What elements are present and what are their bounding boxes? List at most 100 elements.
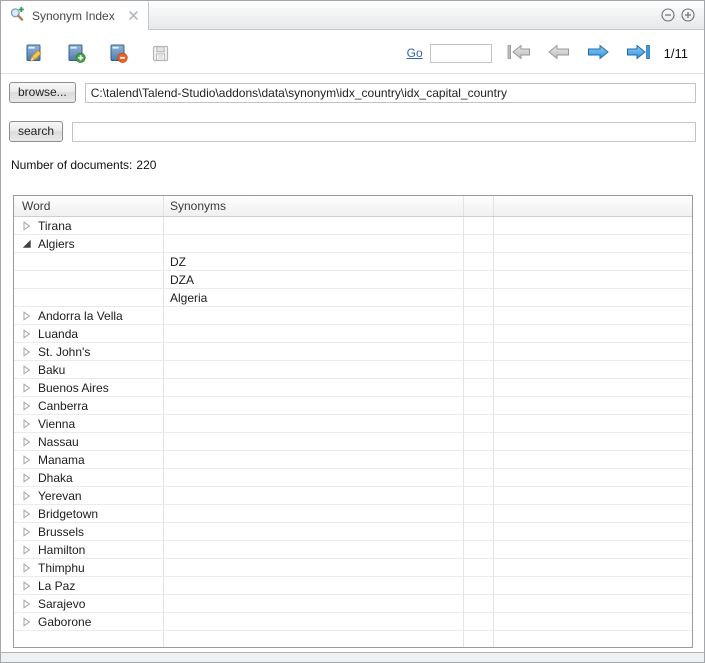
word-cell[interactable]: Sarajevo bbox=[14, 595, 164, 612]
word-cell[interactable]: St. John's bbox=[14, 343, 164, 360]
table-row[interactable]: Luanda bbox=[14, 325, 692, 343]
index-path-input[interactable] bbox=[85, 83, 696, 103]
word-cell[interactable]: Vienna bbox=[14, 415, 164, 432]
table-row[interactable]: La Paz bbox=[14, 577, 692, 595]
table-row[interactable] bbox=[14, 631, 692, 647]
table-row[interactable]: Yerevan bbox=[14, 487, 692, 505]
word-cell[interactable]: Nassau bbox=[14, 433, 164, 450]
expand-toggle-icon[interactable] bbox=[22, 581, 32, 591]
expand-toggle-icon[interactable] bbox=[22, 545, 32, 555]
word-label: Buenos Aires bbox=[38, 381, 109, 395]
table-row[interactable]: Nassau bbox=[14, 433, 692, 451]
next-page-icon[interactable] bbox=[587, 44, 609, 63]
expand-toggle-icon[interactable] bbox=[22, 383, 32, 393]
minimize-view-icon[interactable] bbox=[661, 8, 675, 22]
search-input[interactable] bbox=[72, 122, 696, 142]
column-header-4[interactable] bbox=[494, 196, 692, 216]
word-cell[interactable]: Dhaka bbox=[14, 469, 164, 486]
word-cell[interactable]: La Paz bbox=[14, 577, 164, 594]
remove-document-icon[interactable] bbox=[108, 43, 129, 64]
table-row[interactable]: St. John's bbox=[14, 343, 692, 361]
expand-toggle-icon[interactable] bbox=[22, 419, 32, 429]
extra-cell bbox=[464, 451, 494, 468]
expand-toggle-icon[interactable] bbox=[22, 437, 32, 447]
first-page-icon[interactable] bbox=[507, 44, 531, 63]
expand-toggle-icon[interactable] bbox=[22, 365, 32, 375]
maximize-view-icon[interactable] bbox=[681, 8, 695, 22]
table-row[interactable]: Algeria bbox=[14, 289, 692, 307]
go-page-input[interactable] bbox=[430, 44, 492, 63]
expand-toggle-icon[interactable] bbox=[22, 563, 32, 573]
edit-index-icon[interactable] bbox=[24, 43, 45, 64]
word-cell[interactable]: Bridgetown bbox=[14, 505, 164, 522]
table-row[interactable]: Gaborone bbox=[14, 613, 692, 631]
table-row[interactable]: Vienna bbox=[14, 415, 692, 433]
synonym-cell[interactable]: Algeria bbox=[164, 289, 464, 306]
word-cell[interactable]: Yerevan bbox=[14, 487, 164, 504]
table-row[interactable]: Tirana bbox=[14, 217, 692, 235]
column-header-word[interactable]: Word bbox=[14, 196, 164, 216]
column-header-synonyms[interactable]: Synonyms bbox=[164, 196, 464, 216]
word-cell[interactable]: Canberra bbox=[14, 397, 164, 414]
word-cell[interactable]: Manama bbox=[14, 451, 164, 468]
word-cell[interactable]: Brussels bbox=[14, 523, 164, 540]
word-cell[interactable]: Luanda bbox=[14, 325, 164, 342]
expand-toggle-icon[interactable] bbox=[22, 329, 32, 339]
synonym-cell bbox=[164, 559, 464, 576]
expand-toggle-icon[interactable] bbox=[22, 401, 32, 411]
expand-toggle-icon[interactable] bbox=[22, 221, 32, 231]
browse-button[interactable]: browse... bbox=[9, 82, 76, 103]
documents-count-label: Number of documents: bbox=[11, 158, 132, 172]
word-cell[interactable]: Buenos Aires bbox=[14, 379, 164, 396]
table-row[interactable]: Baku bbox=[14, 361, 692, 379]
word-cell[interactable]: Gaborone bbox=[14, 613, 164, 630]
word-cell[interactable]: Hamilton bbox=[14, 541, 164, 558]
word-cell[interactable]: Thimphu bbox=[14, 559, 164, 576]
search-button[interactable]: search bbox=[9, 121, 63, 142]
table-row[interactable]: DZ bbox=[14, 253, 692, 271]
go-link[interactable]: Go bbox=[407, 46, 423, 60]
table-row[interactable]: Thimphu bbox=[14, 559, 692, 577]
word-label: St. John's bbox=[38, 345, 90, 359]
add-document-icon[interactable] bbox=[66, 43, 87, 64]
expand-toggle-icon[interactable] bbox=[22, 491, 32, 501]
column-header-3[interactable] bbox=[464, 196, 494, 216]
word-cell[interactable]: Andorra la Vella bbox=[14, 307, 164, 324]
last-page-icon[interactable] bbox=[626, 44, 650, 63]
expand-toggle-icon[interactable] bbox=[22, 473, 32, 483]
expand-toggle-icon[interactable] bbox=[22, 617, 32, 627]
word-cell[interactable]: Algiers bbox=[14, 235, 164, 252]
window-bottom-edge bbox=[1, 652, 704, 662]
save-icon[interactable] bbox=[150, 43, 171, 64]
table-row[interactable]: Bridgetown bbox=[14, 505, 692, 523]
expand-toggle-icon[interactable] bbox=[22, 599, 32, 609]
table-row[interactable]: DZA bbox=[14, 271, 692, 289]
synonym-cell[interactable]: DZA bbox=[164, 271, 464, 288]
table-row[interactable]: Sarajevo bbox=[14, 595, 692, 613]
table-row[interactable]: Algiers bbox=[14, 235, 692, 253]
expand-toggle-icon[interactable] bbox=[22, 509, 32, 519]
table-row[interactable]: Brussels bbox=[14, 523, 692, 541]
synonym-cell bbox=[164, 541, 464, 558]
expand-toggle-icon[interactable] bbox=[22, 311, 32, 321]
table-row[interactable]: Andorra la Vella bbox=[14, 307, 692, 325]
table-row[interactable]: Canberra bbox=[14, 397, 692, 415]
synonym-cell[interactable]: DZ bbox=[164, 253, 464, 270]
word-label: Brussels bbox=[38, 525, 84, 539]
word-cell[interactable]: Tirana bbox=[14, 217, 164, 234]
collapse-toggle-icon[interactable] bbox=[22, 239, 32, 249]
expand-toggle-icon[interactable] bbox=[22, 347, 32, 357]
table-row[interactable]: Dhaka bbox=[14, 469, 692, 487]
tab-synonym-index[interactable]: Synonym Index bbox=[1, 1, 149, 30]
expand-toggle-icon[interactable] bbox=[22, 455, 32, 465]
table-row[interactable]: Manama bbox=[14, 451, 692, 469]
previous-page-icon[interactable] bbox=[548, 44, 570, 63]
close-icon[interactable] bbox=[128, 10, 139, 21]
extra-cell bbox=[464, 577, 494, 594]
table-row[interactable]: Hamilton bbox=[14, 541, 692, 559]
extra-cell bbox=[464, 379, 494, 396]
table-row[interactable]: Buenos Aires bbox=[14, 379, 692, 397]
word-cell[interactable]: Baku bbox=[14, 361, 164, 378]
synonyms-table: Word Synonyms TiranaAlgiersDZDZAAlgeriaA… bbox=[13, 195, 693, 648]
expand-toggle-icon[interactable] bbox=[22, 527, 32, 537]
